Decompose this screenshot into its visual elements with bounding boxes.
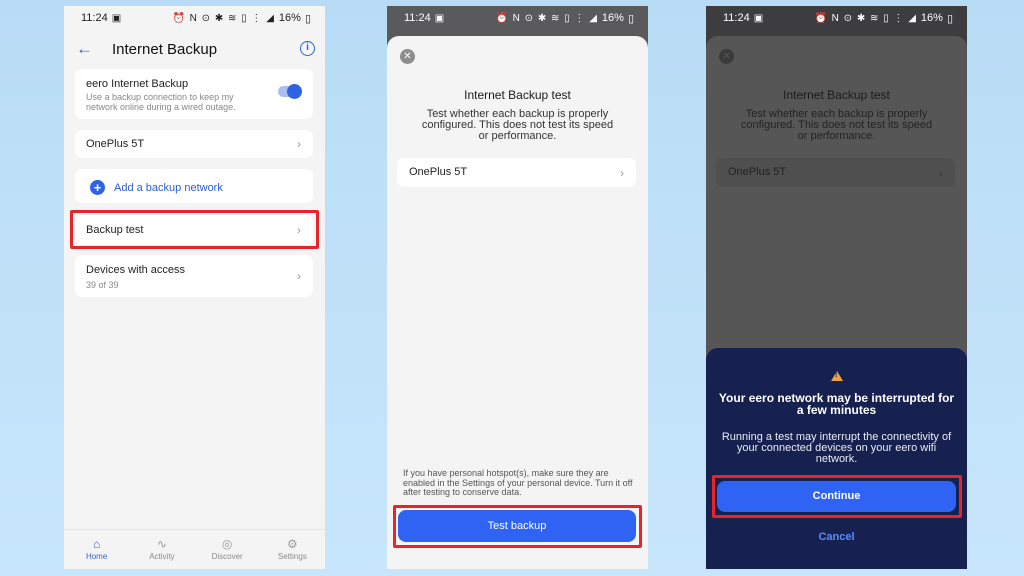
battery-level: 16% bbox=[920, 12, 943, 24]
screen-backup-test: 11:24 ▣ ⏰ N ⊙ ✱ ≋ ▯ ⋮ ◢ 16% ▯ ✕ Internet… bbox=[387, 6, 648, 569]
status-icons: ⏰ N ⊙ ✱ ≋ ▯ ⋮ ◢ bbox=[172, 12, 275, 24]
activity-icon: ∿ bbox=[156, 537, 167, 551]
network-item-oneplus[interactable]: OnePlus 5T › bbox=[397, 158, 636, 187]
cancel-button[interactable]: Cancel bbox=[706, 531, 967, 543]
status-bar: 11:24 ▣ ⏰ N ⊙ ✱ ≋ ▯ ⋮ ◢ 16% ▯ bbox=[706, 6, 967, 30]
network-label: OnePlus 5T bbox=[86, 138, 145, 150]
gallery-icon: ▣ bbox=[111, 12, 123, 24]
gallery-icon: ▣ bbox=[434, 12, 446, 24]
modal-body: Running a test may interrupt the connect… bbox=[721, 431, 952, 465]
info-icon[interactable]: i bbox=[300, 41, 315, 56]
devices-count: 39 of 39 bbox=[86, 280, 119, 290]
backup-toggle[interactable] bbox=[278, 84, 302, 99]
status-bar: 11:24 ▣ ⏰ N ⊙ ✱ ≋ ▯ ⋮ ◢ 16% ▯ bbox=[387, 6, 648, 30]
toggle-knob bbox=[287, 84, 302, 99]
back-arrow-icon[interactable]: ← bbox=[76, 39, 102, 59]
hotspot-note: If you have personal hotspot(s), make su… bbox=[403, 468, 633, 497]
eero-internet-backup-card: eero Internet Backup Use a backup connec… bbox=[75, 69, 313, 119]
battery-level: 16% bbox=[278, 12, 301, 24]
chevron-right-icon: › bbox=[620, 166, 624, 180]
bottom-nav: ⌂ Home ∿ Activity ◎ Discover ⚙ Settings bbox=[64, 529, 325, 569]
chevron-right-icon: › bbox=[297, 269, 301, 283]
status-time: 11:24 bbox=[723, 12, 750, 24]
network-item-oneplus[interactable]: OnePlus 5T › bbox=[75, 130, 313, 158]
battery-icon: ▯ bbox=[946, 12, 953, 25]
highlight-box bbox=[70, 210, 319, 249]
gallery-icon: ▣ bbox=[753, 12, 765, 24]
network-label: OnePlus 5T bbox=[728, 166, 787, 178]
nav-activity[interactable]: ∿ Activity bbox=[129, 530, 194, 569]
nav-settings[interactable]: ⚙ Settings bbox=[260, 530, 325, 569]
modal-title: Your eero network may be interrupted for… bbox=[718, 391, 955, 417]
add-backup-network-label: Add a backup network bbox=[114, 181, 223, 194]
battery-icon: ▯ bbox=[627, 12, 634, 25]
devices-with-access-item[interactable]: Devices with access 39 of 39 › bbox=[75, 255, 313, 297]
backup-card-description: Use a backup connection to keep my netwo… bbox=[86, 92, 236, 112]
nav-label-settings: Settings bbox=[277, 552, 307, 561]
interruption-warning-modal: ! Your eero network may be interrupted f… bbox=[706, 348, 967, 569]
devices-label: Devices with access bbox=[86, 264, 186, 276]
page-title: Internet Backup bbox=[112, 40, 218, 58]
app-bar: ← Internet Backup i bbox=[64, 30, 325, 68]
status-time: 11:24 bbox=[404, 12, 431, 24]
status-icons: ⏰ N ⊙ ✱ ≋ ▯ ⋮ ◢ bbox=[495, 12, 598, 24]
chevron-right-icon: › bbox=[297, 137, 301, 151]
close-icon: ✕ bbox=[719, 49, 734, 64]
add-backup-network-item[interactable]: + Add a backup network bbox=[75, 169, 313, 203]
nav-home[interactable]: ⌂ Home bbox=[64, 530, 129, 569]
screen-interruption-warning: 11:24 ▣ ⏰ N ⊙ ✱ ≋ ▯ ⋮ ◢ 16% ▯ ✕ Internet… bbox=[706, 6, 967, 569]
home-icon: ⌂ bbox=[93, 537, 101, 551]
battery-level: 16% bbox=[601, 12, 624, 24]
status-icons: ⏰ N ⊙ ✱ ≋ ▯ ⋮ ◢ bbox=[814, 12, 917, 24]
warning-icon: ! bbox=[831, 371, 843, 381]
sheet-title: Internet Backup test bbox=[783, 88, 890, 102]
network-label: OnePlus 5T bbox=[409, 166, 468, 178]
nav-label-home: Home bbox=[85, 552, 108, 561]
screen-internet-backup: 11:24 ▣ ⏰ N ⊙ ✱ ≋ ▯ ⋮ ◢ 16% ▯ ← Internet… bbox=[64, 6, 325, 569]
settings-icon: ⚙ bbox=[286, 537, 298, 551]
network-item-oneplus: OnePlus 5T › bbox=[716, 158, 955, 187]
status-time: 11:24 bbox=[81, 12, 108, 24]
backup-card-title: eero Internet Backup bbox=[86, 78, 189, 90]
status-bar: 11:24 ▣ ⏰ N ⊙ ✱ ≋ ▯ ⋮ ◢ 16% ▯ bbox=[64, 6, 325, 30]
battery-icon: ▯ bbox=[304, 12, 311, 25]
backup-test-sheet: ✕ Internet Backup test Test whether each… bbox=[387, 36, 648, 569]
add-icon: + bbox=[90, 180, 105, 196]
sheet-description: Test whether each backup is properly con… bbox=[740, 108, 933, 142]
discover-icon: ◎ bbox=[221, 537, 233, 551]
nav-discover[interactable]: ◎ Discover bbox=[195, 530, 260, 569]
highlight-box bbox=[712, 475, 962, 518]
close-icon[interactable]: ✕ bbox=[400, 49, 415, 64]
nav-label-discover: Discover bbox=[211, 552, 243, 561]
sheet-description: Test whether each backup is properly con… bbox=[421, 108, 614, 142]
highlight-box bbox=[393, 505, 642, 548]
sheet-title: Internet Backup test bbox=[464, 88, 571, 102]
chevron-right-icon: › bbox=[939, 166, 943, 180]
nav-label-activity: Activity bbox=[149, 552, 175, 561]
